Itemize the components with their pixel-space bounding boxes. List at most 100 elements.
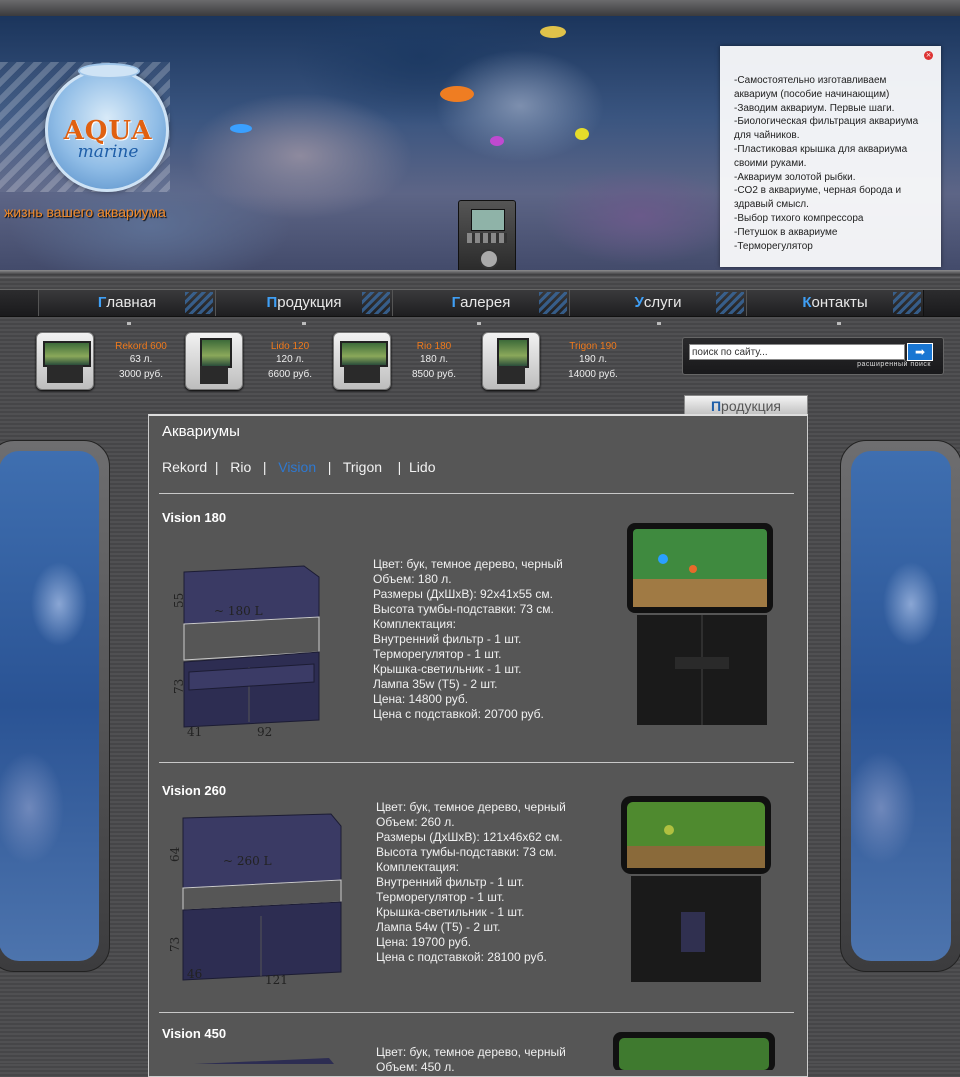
series-link-rio[interactable]: Rio: [230, 459, 251, 475]
series-link-trigon[interactable]: Trigon: [343, 459, 382, 475]
article-link[interactable]: -Терморегулятор: [734, 240, 931, 254]
search-input[interactable]: [689, 344, 905, 360]
nav-item-contacts[interactable]: Контакты: [746, 290, 924, 316]
spec-line: Терморегулятор - 1 шт.: [373, 647, 502, 661]
drawing-volume-label: ~ 260 L: [223, 854, 272, 868]
series-link-rekord[interactable]: Rekord: [162, 459, 207, 475]
articles-panel: × -Самостоятельно изготавливаем аквариум…: [720, 46, 941, 267]
fish-decoration-icon: [575, 128, 589, 140]
article-link[interactable]: -Биологическая фильтрация аквариума для …: [734, 115, 931, 143]
spec-line: Объем: 180 л.: [373, 572, 452, 586]
product-volume: 120 л.: [275, 354, 305, 365]
model-title: Vision 180: [162, 510, 227, 525]
drawing-height-label: 55: [172, 593, 186, 608]
advanced-search-link[interactable]: расширенный поиск: [857, 361, 931, 368]
close-icon[interactable]: ×: [924, 51, 933, 60]
spec-line: Комплектация:: [376, 860, 459, 874]
article-link[interactable]: -Аквариум золотой рыбки.: [734, 171, 931, 185]
model-specs: Цвет: бук, темное дерево, черный Объем: …: [376, 800, 566, 965]
product-thumbnail[interactable]: [185, 332, 243, 390]
drawing-depth-label: 46: [187, 967, 202, 981]
model-title: Vision 450: [162, 1026, 227, 1041]
logo-marine-text[interactable]: marine: [58, 142, 158, 162]
divider: [159, 762, 794, 763]
articles-list: -Самостоятельно изготавливаем аквариум (…: [720, 46, 941, 253]
main-nav: Главная Продукция Галерея Услуги Контакт…: [0, 289, 960, 317]
nav-item-gallery[interactable]: Галерея: [392, 290, 570, 316]
nav-dot: [657, 322, 661, 325]
product-volume: 190 л.: [578, 354, 608, 365]
article-link[interactable]: -Петушок в аквариуме: [734, 226, 931, 240]
product-price: 8500 руб.: [411, 369, 457, 380]
product-name[interactable]: Trigon 190: [553, 341, 633, 352]
divider: [159, 493, 794, 494]
product-volume: 63 л.: [129, 354, 153, 365]
drawing-height-label: 64: [168, 846, 182, 862]
model-specs: Цвет: бук, темное дерево, черный Объем: …: [376, 1045, 566, 1075]
drawing-volume-label: ~ 180 L: [214, 604, 263, 618]
section-tab-products[interactable]: Продукция: [684, 395, 808, 416]
nav-item-services[interactable]: Услуги: [569, 290, 747, 316]
spec-line: Крышка-светильник - 1 шт.: [376, 905, 525, 919]
drawing-width-label: 121: [265, 973, 288, 987]
spec-line: Объем: 450 л.: [376, 1060, 455, 1074]
product-thumbnail[interactable]: [333, 332, 391, 390]
spec-line: Цена: 19700 руб.: [376, 935, 472, 949]
article-link[interactable]: -Выбор тихого компрессора: [734, 212, 931, 226]
spec-line: Терморегулятор - 1 шт.: [376, 890, 505, 904]
nav-dot: [302, 322, 306, 325]
fish-decoration-icon: [440, 86, 474, 102]
product-thumbnail[interactable]: [482, 332, 540, 390]
article-link[interactable]: -Самостоятельно изготавливаем аквариум (…: [734, 74, 931, 102]
product-price: 6600 руб.: [267, 369, 313, 380]
top-strip: [0, 0, 960, 17]
drawing-depth-label: 41: [187, 725, 202, 739]
divider: [159, 1012, 794, 1013]
product-name[interactable]: Rekord 600: [101, 341, 181, 352]
model-title: Vision 260: [162, 783, 227, 798]
product-name[interactable]: Lido 120: [250, 341, 330, 352]
spec-line: Комплектация:: [373, 617, 456, 631]
fish-decoration-icon: [490, 136, 504, 146]
dimension-drawing: [194, 1058, 334, 1064]
nav-item-home[interactable]: Главная: [38, 290, 216, 316]
page-title: Аквариумы: [162, 423, 240, 440]
product-card[interactable]: Rekord 600 63 л. 3000 руб.: [101, 341, 181, 382]
spec-line: Размеры (ДхШхВ): 92x41x55 см.: [373, 587, 553, 601]
spec-line: Крышка-светильник - 1 шт.: [373, 662, 522, 676]
product-price: 14000 руб.: [568, 369, 618, 380]
product-volume: 180 л.: [419, 354, 449, 365]
right-aquarium-window: [840, 440, 960, 972]
spec-line: Размеры (ДхШхВ): 121x46x62 см.: [376, 830, 563, 844]
spec-line: Лампа 35w (T5) - 2 шт.: [373, 677, 498, 691]
drawing-stand-label: 73: [172, 679, 186, 694]
product-thumbnail[interactable]: [36, 332, 94, 390]
article-link[interactable]: -CO2 в аквариуме, черная борода и здравы…: [734, 184, 931, 212]
model-photo[interactable]: [611, 1030, 777, 1070]
series-link-vision[interactable]: Vision: [278, 459, 316, 475]
header-rail: [0, 270, 960, 278]
search-box: ➡ расширенный поиск: [682, 337, 944, 375]
product-card[interactable]: Trigon 190 190 л. 14000 руб.: [553, 341, 633, 382]
dimension-drawing: ~ 180 L 55 73 41 92: [172, 565, 320, 739]
article-link[interactable]: -Пластиковая крышка для аквариума своими…: [734, 143, 931, 171]
header-banner: AQUA marine жизнь вашего аквариума × -Са…: [0, 16, 960, 270]
product-card[interactable]: Lido 120 120 л. 6600 руб.: [250, 341, 330, 382]
product-price: 3000 руб.: [118, 369, 164, 380]
fish-decoration-icon: [230, 124, 252, 133]
nav-dot: [127, 322, 131, 325]
product-name[interactable]: Rio 180: [394, 341, 474, 352]
spec-line: Цена с подставкой: 20700 руб.: [373, 707, 544, 721]
site-slogan: жизнь вашего аквариума: [4, 204, 166, 220]
spec-line: Цена с подставкой: 28100 руб.: [376, 950, 547, 964]
product-card[interactable]: Rio 180 180 л. 8500 руб.: [394, 341, 474, 382]
search-submit-icon[interactable]: ➡: [907, 343, 933, 361]
spec-line: Высота тумбы-подставки: 73 см.: [376, 845, 557, 859]
model-photo[interactable]: [623, 519, 778, 739]
spec-line: Цвет: бук, темное дерево, черный: [376, 1045, 566, 1059]
series-link-lido[interactable]: Lido: [409, 459, 435, 475]
article-link[interactable]: -Заводим аквариум. Первые шаги.: [734, 102, 931, 116]
spec-line: Внутренний фильтр - 1 шт.: [376, 875, 525, 889]
model-photo[interactable]: [619, 794, 774, 986]
nav-item-products[interactable]: Продукция: [215, 290, 393, 316]
